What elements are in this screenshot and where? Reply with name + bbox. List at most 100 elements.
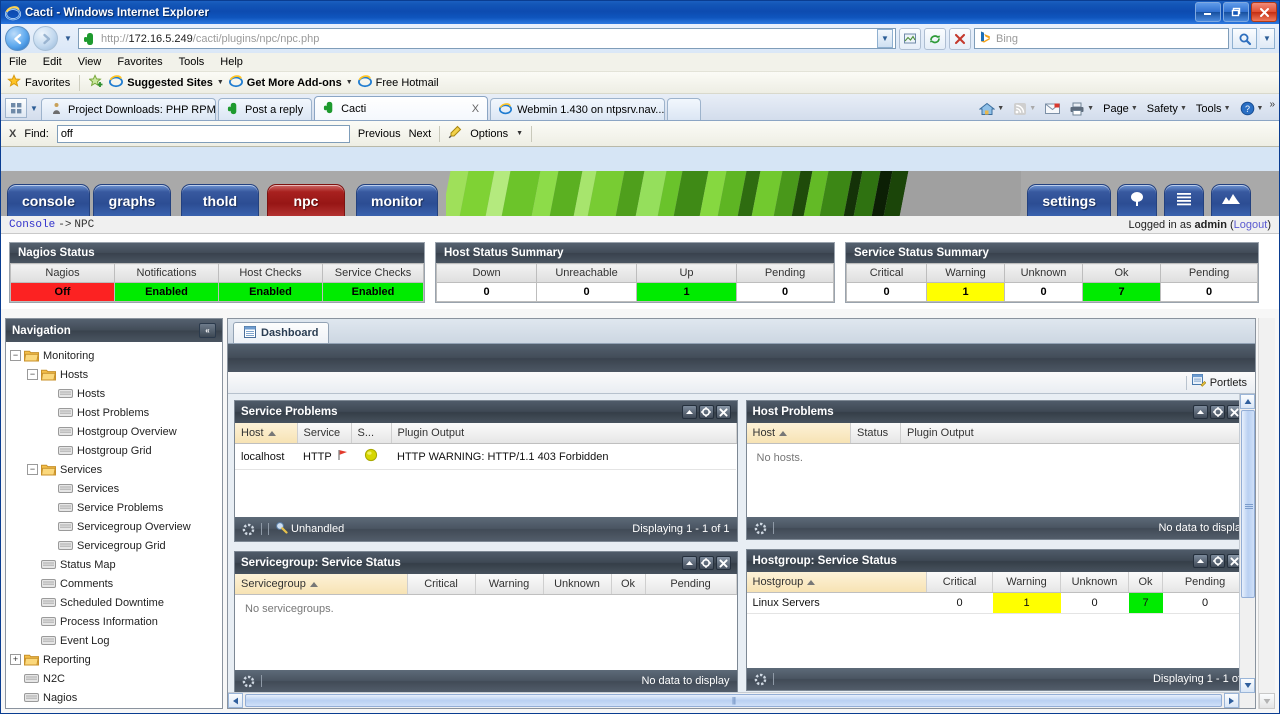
sidebar-item-comments[interactable]: Comments <box>10 574 222 593</box>
table-row[interactable]: localhost HTTP HTTP WARNING: HTTP/1.1 40… <box>235 443 736 470</box>
portlet-settings-icon[interactable] <box>1210 554 1225 568</box>
close-portlet-icon[interactable] <box>715 556 731 570</box>
horizontal-scroll-thumb[interactable]: ||| <box>245 694 1222 707</box>
sidebar-item-servicegroup-overview[interactable]: Servicegroup Overview <box>10 517 222 536</box>
home-button[interactable]: ▼ <box>976 100 1007 118</box>
browser-tab-project-downloads[interactable]: Project Downloads: PHP RPM... <box>41 98 216 120</box>
tab-dashboard[interactable]: Dashboard <box>233 322 330 343</box>
scroll-right-button[interactable] <box>1224 693 1239 708</box>
cacti-tab-list[interactable] <box>1164 184 1204 216</box>
collapse-portlet-icon[interactable] <box>1193 405 1208 419</box>
col-servicegroup[interactable]: Servicegroup <box>235 574 408 595</box>
menu-help[interactable]: Help <box>220 56 243 68</box>
find-options-button[interactable]: Options <box>470 128 508 140</box>
forward-button[interactable] <box>33 26 58 51</box>
vertical-scroll-thumb[interactable] <box>1241 410 1255 598</box>
collapse-portlet-icon[interactable] <box>681 556 697 570</box>
portlet-settings-icon[interactable] <box>698 556 714 570</box>
cacti-tab-monitor[interactable]: monitor <box>356 184 439 216</box>
safety-menu-button[interactable]: Safety ▼ <box>1144 101 1190 117</box>
col-plugin-output[interactable]: Plugin Output <box>900 423 1248 444</box>
menu-view[interactable]: View <box>78 56 102 68</box>
scroll-down-button[interactable] <box>1240 678 1255 693</box>
sidebar-item-hosts[interactable]: Hosts <box>10 384 222 403</box>
sidebar-item-monitoring[interactable]: − Monitoring <box>10 346 222 365</box>
sidebar-item-hosts[interactable]: − Hosts <box>10 365 222 384</box>
highlight-icon[interactable] <box>448 125 462 142</box>
close-tab-icon[interactable]: X <box>472 103 479 115</box>
search-box[interactable]: Bing <box>974 28 1229 49</box>
col-pending[interactable]: Pending <box>645 574 737 595</box>
collapse-portlet-icon[interactable] <box>1193 554 1208 568</box>
col-status[interactable]: Status <box>850 423 901 444</box>
col-ok[interactable]: Ok <box>611 574 646 595</box>
address-bar[interactable]: http://172.16.5.249/cacti/plugins/npc/np… <box>78 28 896 49</box>
cacti-tab-tree[interactable] <box>1117 184 1157 216</box>
unhandled-filter-button[interactable]: Unhandled <box>275 521 344 537</box>
close-button[interactable] <box>1251 2 1277 22</box>
cacti-tab-settings[interactable]: settings <box>1027 184 1111 216</box>
sidebar-item-scheduled-downtime[interactable]: Scheduled Downtime <box>10 593 222 612</box>
read-mail-button[interactable] <box>1042 101 1063 117</box>
address-dropdown-icon[interactable]: ▼ <box>877 29 893 48</box>
col-critical[interactable]: Critical <box>926 572 993 593</box>
sidebar-item-hostgroup-grid[interactable]: Hostgroup Grid <box>10 441 222 460</box>
find-next-button[interactable]: Next <box>409 128 432 140</box>
col-critical[interactable]: Critical <box>407 574 476 595</box>
minimize-button[interactable] <box>1195 2 1221 22</box>
menu-tools[interactable]: Tools <box>179 56 205 68</box>
col-plugin-output[interactable]: Plugin Output <box>391 423 737 444</box>
close-portlet-icon[interactable] <box>715 405 731 419</box>
close-find-bar-icon[interactable]: X <box>9 128 16 140</box>
portlet-horizontal-scrollbar[interactable]: ||| <box>228 692 1239 708</box>
sidebar-item-servicegroup-grid[interactable]: Servicegroup Grid <box>10 536 222 555</box>
refresh-icon[interactable] <box>242 675 255 688</box>
sidebar-item-process-information[interactable]: Process Information <box>10 612 222 631</box>
col-status[interactable]: S... <box>351 423 392 444</box>
cacti-tab-console[interactable]: console <box>7 184 90 216</box>
feeds-button[interactable]: ▼ <box>1010 100 1039 118</box>
quick-tabs-button[interactable] <box>5 98 27 118</box>
page-menu-button[interactable]: Page ▼ <box>1100 101 1141 117</box>
cacti-tab-thold[interactable]: thold <box>181 184 259 216</box>
sidebar-item-service-problems[interactable]: Service Problems <box>10 498 222 517</box>
search-input[interactable]: Bing <box>996 33 1018 45</box>
find-previous-button[interactable]: Previous <box>358 128 401 140</box>
browser-tab-post-a-reply[interactable]: Post a reply <box>218 98 313 120</box>
cacti-tab-graphs[interactable]: graphs <box>93 184 171 216</box>
compatibility-view-button[interactable] <box>899 27 921 50</box>
browser-tab-webmin[interactable]: Webmin 1.430 on ntpsrv.nav... <box>490 98 666 120</box>
browser-tab-cacti[interactable]: Cacti X <box>314 96 489 120</box>
collapse-node-icon[interactable]: − <box>10 350 21 361</box>
portlets-button[interactable]: Portlets <box>1191 374 1247 391</box>
portlet-settings-icon[interactable] <box>1210 405 1225 419</box>
scroll-up-button[interactable] <box>1240 394 1255 409</box>
scroll-left-button[interactable] <box>228 693 243 708</box>
breadcrumb-console-link[interactable]: Console <box>9 219 55 231</box>
sidebar-item-status-map[interactable]: Status Map <box>10 555 222 574</box>
suggested-sites-item[interactable]: Suggested Sites ▼ <box>109 74 224 91</box>
refresh-button[interactable] <box>924 27 946 50</box>
get-more-addons-item[interactable]: Get More Add-ons ▼ <box>228 74 353 91</box>
menu-edit[interactable]: Edit <box>43 56 62 68</box>
sidebar-item-services[interactable]: − Services <box>10 460 222 479</box>
menu-favorites[interactable]: Favorites <box>117 56 162 68</box>
tab-list-dropdown-icon[interactable]: ▼ <box>27 98 41 118</box>
sidebar-item-reporting[interactable]: + Reporting <box>10 650 222 669</box>
collapse-navigation-button[interactable]: « <box>199 323 216 338</box>
col-warning[interactable]: Warning <box>992 572 1061 593</box>
sidebar-item-hostgroup-overview[interactable]: Hostgroup Overview <box>10 422 222 441</box>
collapse-node-icon[interactable]: − <box>27 464 38 475</box>
command-overflow-icon[interactable]: » <box>1269 99 1275 110</box>
sidebar-item-event-log[interactable]: Event Log <box>10 631 222 650</box>
refresh-icon[interactable] <box>242 523 255 536</box>
page-scroll-down-button[interactable] <box>1259 693 1275 709</box>
refresh-icon[interactable] <box>754 673 767 686</box>
portlet-vertical-scrollbar[interactable] <box>1239 394 1255 708</box>
sidebar-item-host-problems[interactable]: Host Problems <box>10 403 222 422</box>
cacti-tab-npc[interactable]: npc <box>267 184 345 216</box>
history-dropdown-icon[interactable]: ▼ <box>61 29 75 49</box>
stop-button[interactable] <box>949 27 971 50</box>
col-unknown[interactable]: Unknown <box>543 574 612 595</box>
collapse-portlet-icon[interactable] <box>681 405 697 419</box>
